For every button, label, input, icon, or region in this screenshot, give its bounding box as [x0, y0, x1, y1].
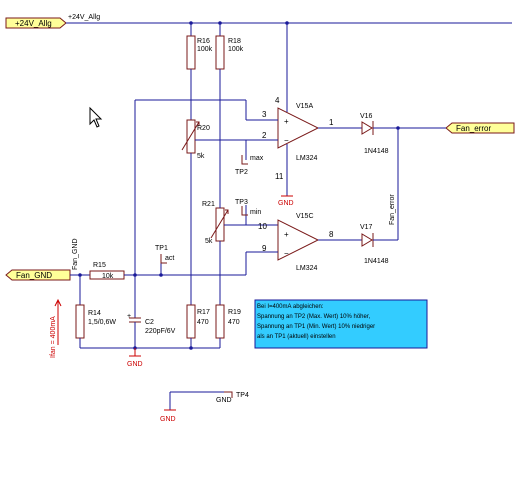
r14-resistor[interactable] [75, 304, 85, 339]
v15c-ref: V15C [296, 213, 314, 220]
r20-potentiometer[interactable] [186, 119, 196, 154]
v15c-plus-sign: + [284, 230, 289, 239]
fan-gnd-port[interactable]: Fan_GND [5, 269, 71, 281]
tp1-ref: TP1 [155, 245, 168, 252]
v15a-pin2: 2 [262, 131, 267, 140]
junction [189, 346, 193, 350]
r18-ref: R18 [228, 38, 241, 45]
v15a-pin11: 11 [275, 172, 284, 181]
gnd-label-3: GND [160, 416, 176, 423]
r19-resistor[interactable] [215, 304, 225, 339]
tp4-label: GND [216, 397, 232, 404]
fan-gnd-port-label: Fan_GND [16, 271, 52, 280]
v15c-pin8: 8 [329, 230, 334, 239]
r17-value: 470 [197, 319, 209, 326]
r21-ref: R21 [202, 201, 215, 208]
c2-polarity: + [127, 313, 131, 320]
supply-port[interactable]: +24V_Allg [5, 17, 67, 29]
c2-value: 220pF/6V [145, 328, 176, 335]
gnd-label-2: GND [278, 200, 294, 207]
diode-v16[interactable] [361, 121, 374, 135]
v16-ref: V16 [360, 113, 373, 120]
v17-ref: V17 [360, 224, 373, 231]
fan-error-port[interactable]: Fan_error [445, 122, 515, 134]
v15a-pin1: 1 [329, 118, 334, 127]
gnd-label-1: GND [127, 361, 143, 368]
r18-resistor[interactable] [215, 35, 225, 70]
mouse-cursor-icon [89, 106, 103, 128]
r19-value: 470 [228, 319, 240, 326]
tp4-ref: TP4 [236, 392, 249, 399]
r21-potentiometer[interactable] [215, 207, 225, 242]
v15a-plus-sign: + [284, 117, 289, 126]
r16-ref: R16 [197, 38, 210, 45]
fan-error-port-label: Fan_error [456, 124, 491, 133]
r21-value: 5k [205, 238, 213, 245]
r19-ref: R19 [228, 309, 241, 316]
diode-v17[interactable] [361, 233, 374, 247]
r15-value: 10k [102, 273, 114, 280]
r18-value: 100k [228, 46, 244, 53]
tp3-testpoint[interactable] [241, 206, 248, 216]
v15a-minus-sign: − [284, 136, 289, 145]
v15a-ref: V15A [296, 103, 313, 110]
fan-gnd-net-label: Fan_GND [72, 238, 79, 270]
r14-ref: R14 [88, 310, 101, 317]
tp3-label: min [250, 209, 261, 216]
v15c-pin10: 10 [258, 222, 267, 231]
v16-part: 1N4148 [364, 148, 389, 155]
note-line-3: Spannung an TP1 (Min. Wert) 10% niedrige… [257, 324, 375, 330]
supply-rail-net-label: +24V_Allg [68, 14, 100, 21]
v15a-pin3: 3 [262, 110, 267, 119]
tp2-label: max [250, 155, 264, 162]
supply-port-label: +24V_Allg [15, 19, 52, 28]
r16-value: 100k [197, 46, 213, 53]
tp2-ref: TP2 [235, 169, 248, 176]
current-label: Ifan = 400mA [50, 316, 57, 358]
v15c-part: LM324 [296, 265, 318, 272]
fan-error-net-label: Fan_error [389, 194, 396, 225]
note-line-2: Spannung an TP2 (Max. Wert) 10% höher, [257, 314, 371, 320]
note-line-4: als an TP1 (aktuell) einstellen [257, 334, 336, 340]
tp2-testpoint[interactable] [241, 155, 248, 165]
r16-resistor[interactable] [186, 35, 196, 70]
r15-ref: R15 [93, 262, 106, 269]
c2-ref: C2 [145, 319, 154, 326]
r17-ref: R17 [197, 309, 210, 316]
v15a-pin4: 4 [275, 96, 280, 105]
v17-part: 1N4148 [364, 258, 389, 265]
r17-resistor[interactable] [186, 304, 196, 339]
v15c-minus-sign: − [284, 249, 289, 258]
r20-ref: R20 [197, 125, 210, 132]
schematic-canvas: +24V_Allg +24V_Allg R16 100k R18 100k R2… [5, 14, 515, 423]
v15a-part: LM324 [296, 155, 318, 162]
r20-value: 5k [197, 153, 205, 160]
note-line-1: Bei I=400mA abgleichen: [257, 304, 324, 310]
r14-value: 1,5/0,6W [88, 319, 116, 326]
tp3-ref: TP3 [235, 199, 248, 206]
tp1-label: act [165, 255, 174, 262]
